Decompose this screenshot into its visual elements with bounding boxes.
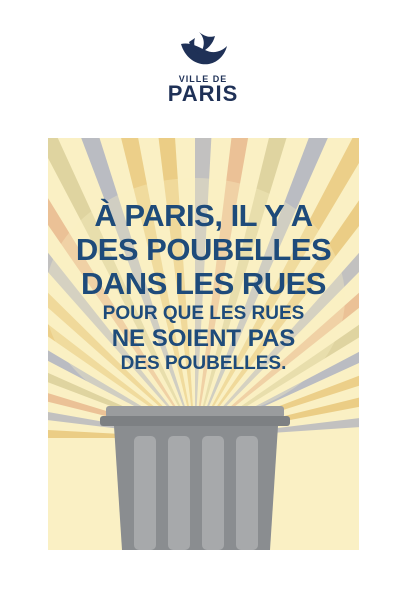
headline-line-1: À PARIS, IL Y A	[94, 198, 313, 233]
headline-line-2: DES POUBELLES	[75, 232, 332, 267]
headline-line-3: DANS LES RUES	[81, 266, 326, 301]
logo-title: PARIS	[167, 81, 239, 106]
poster: À PARIS, IL Y A DES POUBELLES DANS LES R…	[48, 138, 359, 550]
headline-line-4: POUR QUE LES RUES	[102, 303, 305, 324]
poster-headline: À PARIS, IL Y A DES POUBELLES DANS LES R…	[48, 199, 359, 376]
headline-line-6: DES POUBELLES.	[120, 353, 287, 374]
city-logo: VILLE DE PARIS	[0, 28, 406, 105]
headline-line-5: NE SOIENT PAS	[111, 325, 296, 352]
ship-icon	[181, 32, 227, 65]
trash-can-icon	[100, 406, 290, 550]
